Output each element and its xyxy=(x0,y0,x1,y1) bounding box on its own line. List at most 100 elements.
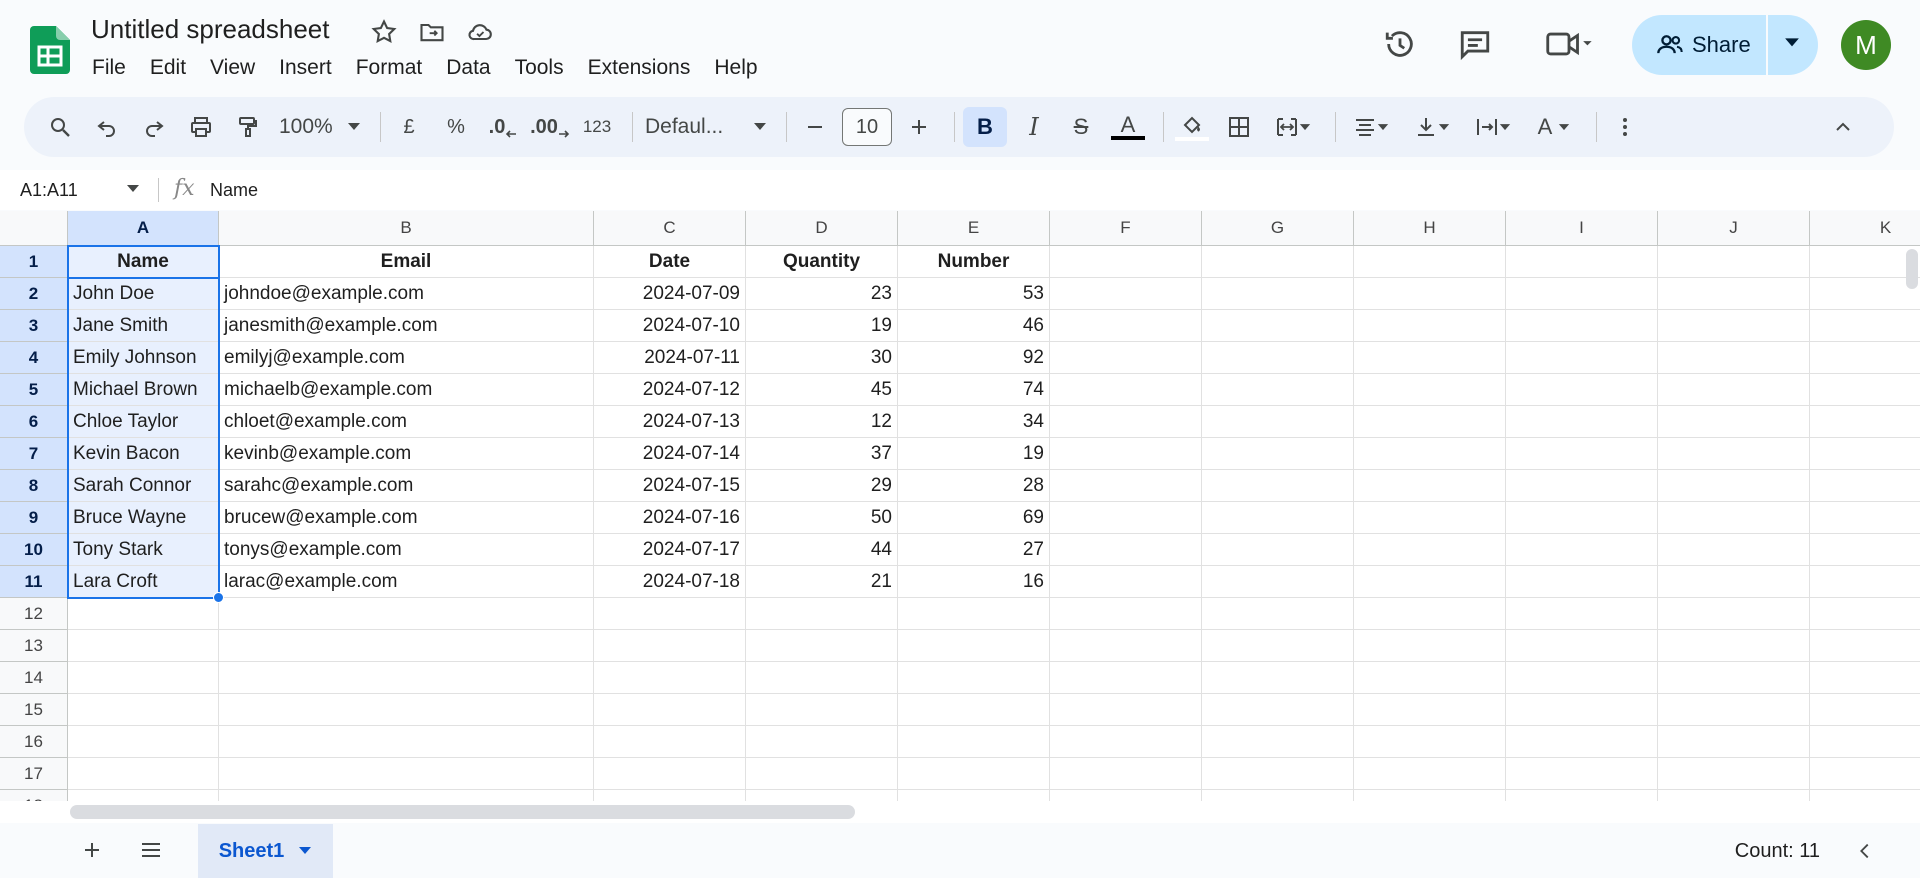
increase-font-size-icon[interactable] xyxy=(899,107,939,147)
cell-b7[interactable]: kevinb@example.com xyxy=(219,438,594,470)
cell-a3[interactable]: Jane Smith xyxy=(68,310,219,342)
cell-b9[interactable]: brucew@example.com xyxy=(219,502,594,534)
vertical-scrollbar[interactable] xyxy=(1906,249,1918,289)
cell-f2[interactable] xyxy=(1050,278,1202,310)
text-rotation-button[interactable]: A xyxy=(1527,107,1581,147)
text-color-button[interactable]: A xyxy=(1108,107,1148,147)
cell-j10[interactable] xyxy=(1658,534,1810,566)
cell-d16[interactable] xyxy=(746,726,898,758)
strikethrough-button[interactable]: S xyxy=(1061,107,1101,147)
cell-a18[interactable] xyxy=(68,790,219,801)
cell-c10[interactable]: 2024-07-17 xyxy=(594,534,746,566)
cell-k4[interactable] xyxy=(1810,342,1920,374)
cell-c11[interactable]: 2024-07-18 xyxy=(594,566,746,598)
cell-e9[interactable]: 69 xyxy=(898,502,1050,534)
horizontal-scrollbar[interactable] xyxy=(70,805,855,819)
cell-b8[interactable]: sarahc@example.com xyxy=(219,470,594,502)
document-title[interactable]: Untitled spreadsheet xyxy=(91,14,329,45)
cell-f13[interactable] xyxy=(1050,630,1202,662)
cell-b16[interactable] xyxy=(219,726,594,758)
cell-h8[interactable] xyxy=(1354,470,1506,502)
cell-j5[interactable] xyxy=(1658,374,1810,406)
fill-handle[interactable] xyxy=(213,592,224,603)
cell-d15[interactable] xyxy=(746,694,898,726)
cell-j6[interactable] xyxy=(1658,406,1810,438)
cell-b13[interactable] xyxy=(219,630,594,662)
cell-i15[interactable] xyxy=(1506,694,1658,726)
cell-h11[interactable] xyxy=(1354,566,1506,598)
cell-k3[interactable] xyxy=(1810,310,1920,342)
cell-a15[interactable] xyxy=(68,694,219,726)
share-button[interactable]: Share xyxy=(1632,15,1818,75)
cell-g9[interactable] xyxy=(1202,502,1354,534)
cell-j14[interactable] xyxy=(1658,662,1810,694)
cell-b12[interactable] xyxy=(219,598,594,630)
row-header-16[interactable]: 16 xyxy=(0,726,68,758)
cell-j11[interactable] xyxy=(1658,566,1810,598)
cell-g13[interactable] xyxy=(1202,630,1354,662)
cell-b14[interactable] xyxy=(219,662,594,694)
cell-i9[interactable] xyxy=(1506,502,1658,534)
cell-a17[interactable] xyxy=(68,758,219,790)
text-wrapping-icon[interactable] xyxy=(1466,107,1520,147)
cell-h3[interactable] xyxy=(1354,310,1506,342)
cell-d5[interactable]: 45 xyxy=(746,374,898,406)
cell-d9[interactable]: 50 xyxy=(746,502,898,534)
cell-e7[interactable]: 19 xyxy=(898,438,1050,470)
cell-h5[interactable] xyxy=(1354,374,1506,406)
percent-format-button[interactable]: % xyxy=(436,107,476,147)
cell-k15[interactable] xyxy=(1810,694,1920,726)
cell-d1[interactable]: Quantity xyxy=(746,246,898,278)
row-header-10[interactable]: 10 xyxy=(0,534,68,566)
cell-a13[interactable] xyxy=(68,630,219,662)
cell-c14[interactable] xyxy=(594,662,746,694)
cell-b17[interactable] xyxy=(219,758,594,790)
menu-file[interactable]: File xyxy=(80,52,138,84)
print-icon[interactable] xyxy=(181,107,221,147)
cell-e15[interactable] xyxy=(898,694,1050,726)
cell-e4[interactable]: 92 xyxy=(898,342,1050,374)
column-header-f[interactable]: F xyxy=(1050,211,1202,246)
cell-j2[interactable] xyxy=(1658,278,1810,310)
cell-e18[interactable] xyxy=(898,790,1050,801)
side-panel-toggle-icon[interactable] xyxy=(1854,840,1876,868)
add-sheet-icon[interactable] xyxy=(80,838,104,868)
cell-j3[interactable] xyxy=(1658,310,1810,342)
column-header-a[interactable]: A xyxy=(68,211,219,246)
cell-b10[interactable]: tonys@example.com xyxy=(219,534,594,566)
cell-c8[interactable]: 2024-07-15 xyxy=(594,470,746,502)
cell-d14[interactable] xyxy=(746,662,898,694)
cell-d11[interactable]: 21 xyxy=(746,566,898,598)
cell-i13[interactable] xyxy=(1506,630,1658,662)
menu-insert[interactable]: Insert xyxy=(267,52,344,84)
row-header-12[interactable]: 12 xyxy=(0,598,68,630)
cell-k13[interactable] xyxy=(1810,630,1920,662)
cell-b6[interactable]: chloet@example.com xyxy=(219,406,594,438)
increase-decimal-button[interactable]: .00 xyxy=(530,107,570,147)
redo-icon[interactable] xyxy=(134,107,174,147)
row-header-6[interactable]: 6 xyxy=(0,406,68,438)
row-header-13[interactable]: 13 xyxy=(0,630,68,662)
cell-e2[interactable]: 53 xyxy=(898,278,1050,310)
cell-c15[interactable] xyxy=(594,694,746,726)
cell-a11[interactable]: Lara Croft xyxy=(68,566,219,598)
star-icon[interactable] xyxy=(370,18,398,46)
cell-a7[interactable]: Kevin Bacon xyxy=(68,438,219,470)
menu-help[interactable]: Help xyxy=(702,52,769,84)
cell-e6[interactable]: 34 xyxy=(898,406,1050,438)
cell-a14[interactable] xyxy=(68,662,219,694)
cell-f3[interactable] xyxy=(1050,310,1202,342)
cell-f4[interactable] xyxy=(1050,342,1202,374)
cell-j8[interactable] xyxy=(1658,470,1810,502)
cell-e16[interactable] xyxy=(898,726,1050,758)
cell-b11[interactable]: larac@example.com xyxy=(219,566,594,598)
cell-j18[interactable] xyxy=(1658,790,1810,801)
cell-e5[interactable]: 74 xyxy=(898,374,1050,406)
cell-i7[interactable] xyxy=(1506,438,1658,470)
cell-i18[interactable] xyxy=(1506,790,1658,801)
cell-k16[interactable] xyxy=(1810,726,1920,758)
cell-e12[interactable] xyxy=(898,598,1050,630)
row-header-11[interactable]: 11 xyxy=(0,566,68,598)
cell-g8[interactable] xyxy=(1202,470,1354,502)
cell-e17[interactable] xyxy=(898,758,1050,790)
